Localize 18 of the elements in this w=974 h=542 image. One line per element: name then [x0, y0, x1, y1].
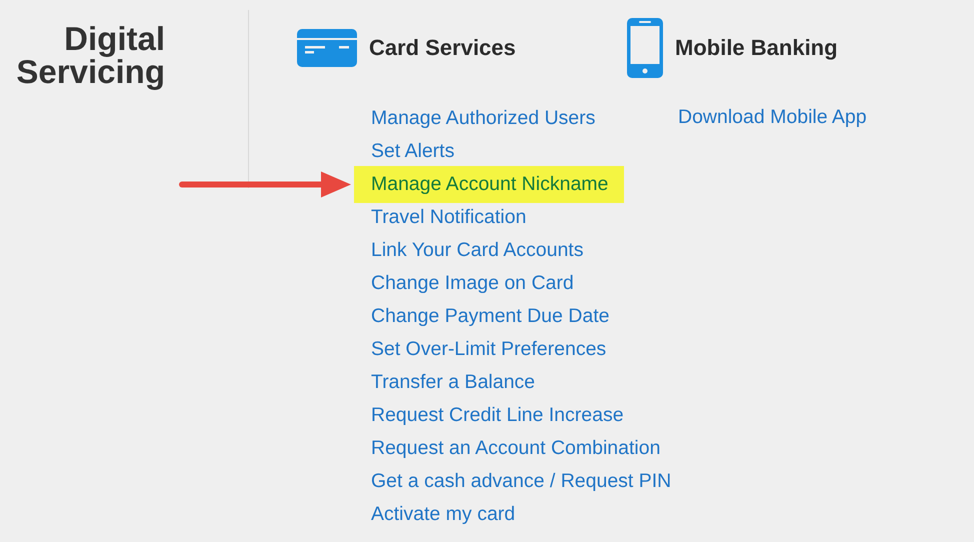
service-link[interactable]: Request an Account Combination	[371, 432, 660, 465]
service-link[interactable]: Activate my card	[371, 498, 516, 531]
service-link[interactable]: Set Over-Limit Preferences	[371, 333, 606, 366]
section-heading: Mobile Banking	[675, 34, 838, 62]
credit-card-icon	[297, 28, 357, 66]
section-heading: Card Services	[369, 34, 516, 62]
service-link[interactable]: Download Mobile App	[678, 101, 867, 134]
service-link[interactable]: Request Credit Line Increase	[371, 399, 624, 432]
smartphone-icon	[627, 18, 663, 78]
service-link[interactable]: Manage Authorized Users	[371, 102, 596, 135]
service-link[interactable]: Get a cash advance / Request PIN	[371, 465, 672, 498]
service-link[interactable]: Change Image on Card	[371, 267, 574, 300]
service-link[interactable]: Transfer a Balance	[371, 366, 536, 399]
service-link[interactable]: Change Payment Due Date	[371, 300, 610, 333]
page-title: Digital Servicing	[15, 22, 165, 92]
service-link[interactable]: Travel Notification	[371, 201, 526, 234]
service-link[interactable]: Set Alerts	[371, 135, 454, 168]
service-link[interactable]: Link Your Card Accounts	[371, 234, 584, 267]
